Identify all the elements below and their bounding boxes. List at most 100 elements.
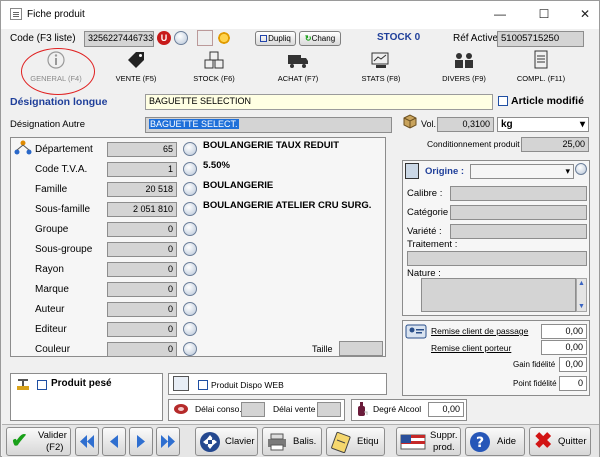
checkmark-icon: ✔ — [11, 430, 28, 452]
delai-conso-field[interactable] — [241, 402, 265, 417]
classification-value[interactable]: 0 — [107, 242, 177, 257]
taille-field[interactable] — [339, 341, 383, 356]
conditionnement-field[interactable]: 25,00 — [521, 137, 589, 152]
balis-button[interactable]: Balis. — [262, 427, 322, 456]
search-icon[interactable] — [183, 162, 197, 176]
classification-value[interactable]: 0 — [107, 322, 177, 337]
tab-achat[interactable]: ACHAT (F7) — [268, 50, 328, 86]
search-icon[interactable] — [183, 202, 197, 216]
minimize-button[interactable]: — — [485, 5, 515, 23]
search-icon[interactable] — [183, 302, 197, 316]
tab-stats[interactable]: STATS (F8) — [351, 50, 411, 86]
stats-icon — [369, 50, 393, 70]
search-icon[interactable] — [183, 282, 197, 296]
classification-value[interactable]: 0 — [107, 282, 177, 297]
vol-field[interactable]: 0,3100 — [437, 117, 494, 132]
tab-compl[interactable]: COMPL. (F11) — [511, 50, 571, 86]
search-person-icon[interactable] — [174, 31, 188, 45]
classification-desc: BOULANGERIE TAUX REDUIT — [203, 140, 339, 151]
point-fidelite-field[interactable]: 0 — [559, 376, 587, 391]
search-icon[interactable] — [183, 182, 197, 196]
duplic-button[interactable]: Dupliq — [255, 31, 296, 46]
search-icon[interactable] — [575, 163, 587, 175]
price-tag-icon — [124, 50, 148, 70]
classification-label: Sous-famille — [35, 204, 91, 215]
ref-active-field[interactable]: 51005715250 — [497, 31, 584, 47]
tab-divers[interactable]: DIVERS (F9) — [434, 50, 494, 86]
box-icon — [402, 113, 418, 129]
designation-longue-field[interactable]: BAGUETTE SELECTION — [145, 94, 493, 110]
suppr-label: Suppr. — [430, 430, 458, 441]
valider-button[interactable]: ✔ Valider (F2) — [6, 427, 71, 456]
suppr-prod-button[interactable]: Suppr. prod. — [396, 427, 461, 456]
designation-autre-field[interactable]: BAGUETTE SELECT. — [145, 117, 392, 133]
help-icon: ? — [470, 432, 490, 452]
previous-record-button[interactable] — [102, 427, 126, 456]
classification-label: Sous-groupe — [35, 244, 93, 255]
origine-select[interactable]: ▾ — [470, 164, 574, 179]
variete-field[interactable] — [450, 224, 587, 239]
conditionnement-label: Conditionnement produit — [427, 139, 520, 149]
delai-vente-field[interactable] — [317, 402, 341, 417]
aide-button[interactable]: ? Aide — [465, 427, 525, 456]
close-button[interactable]: ✕ — [570, 5, 600, 23]
right-arrow-icon — [137, 435, 145, 448]
remise-porteur-field[interactable]: 0,00 — [541, 340, 587, 355]
sun-icon[interactable] — [217, 31, 231, 45]
classification-value[interactable]: 1 — [107, 162, 177, 177]
categorie-field[interactable] — [450, 205, 587, 220]
clavier-button[interactable]: Clavier — [195, 427, 258, 456]
classification-label: Rayon — [35, 264, 64, 275]
classification-label: Auteur — [35, 304, 65, 315]
remise-porteur-label: Remise client porteur — [431, 343, 512, 353]
maximize-button[interactable]: ☐ — [529, 5, 559, 23]
traitement-label: Traitement : — [407, 239, 458, 250]
tab-vente[interactable]: VENTE (F5) — [106, 50, 166, 86]
scroll-down-icon[interactable]: ▼ — [578, 303, 585, 310]
unit-select[interactable]: kg ▾ — [497, 117, 589, 132]
u-badge-icon[interactable]: U — [157, 31, 171, 45]
first-record-button[interactable] — [75, 427, 99, 456]
search-icon[interactable] — [183, 142, 197, 156]
scale-icon — [15, 377, 31, 391]
duplic-label: Dupliq — [268, 34, 291, 43]
calibre-field[interactable] — [450, 186, 587, 201]
hierarchy-icon — [14, 140, 32, 156]
search-icon[interactable] — [183, 222, 197, 236]
chang-button[interactable]: ↻Chang — [299, 31, 341, 46]
chevron-down-icon: ▾ — [579, 119, 585, 130]
remise-passage-field[interactable]: 0,00 — [541, 324, 587, 339]
search-icon[interactable] — [183, 242, 197, 256]
web-checkbox[interactable] — [198, 380, 208, 390]
classification-value[interactable]: 20 518 — [107, 182, 177, 197]
left-arrow-icon — [110, 435, 118, 448]
classification-value[interactable]: 0 — [107, 222, 177, 237]
traitement-field[interactable] — [407, 251, 587, 266]
classification-value[interactable]: 0 — [107, 302, 177, 317]
scroll-up-icon[interactable]: ▲ — [578, 280, 585, 287]
classification-value[interactable]: 0 — [107, 262, 177, 277]
degre-alcool-field[interactable]: 0,00 — [428, 402, 464, 417]
produit-pese-checkbox[interactable] — [37, 380, 47, 390]
classification-label: Groupe — [35, 224, 69, 235]
quitter-button[interactable]: ✖ Quitter — [529, 427, 591, 456]
nature-scrollbar[interactable]: ▲ ▼ — [576, 278, 587, 312]
printer-icon — [268, 433, 286, 451]
article-modifie-checkbox[interactable] — [498, 96, 508, 106]
search-icon[interactable] — [183, 322, 197, 336]
gain-fidelite-field[interactable]: 0,00 — [559, 357, 587, 372]
clipboard-icon[interactable] — [197, 30, 213, 46]
classification-value[interactable]: 65 — [107, 142, 177, 157]
etiqu-button[interactable]: Etiqu — [326, 427, 385, 456]
classification-value[interactable]: 2 051 810 — [107, 202, 177, 217]
search-icon[interactable] — [183, 262, 197, 276]
classification-value[interactable]: 0 — [107, 342, 177, 357]
search-icon[interactable] — [183, 342, 197, 356]
code-field[interactable]: 3256227446733 — [84, 31, 154, 47]
nature-field[interactable] — [421, 278, 576, 312]
produit-pese-label: Produit pesé — [51, 378, 112, 389]
etiqu-label: Etiqu — [357, 436, 379, 447]
tab-stock[interactable]: STOCK (F6) — [184, 50, 244, 86]
next-record-button[interactable] — [129, 427, 153, 456]
last-record-button[interactable] — [156, 427, 180, 456]
